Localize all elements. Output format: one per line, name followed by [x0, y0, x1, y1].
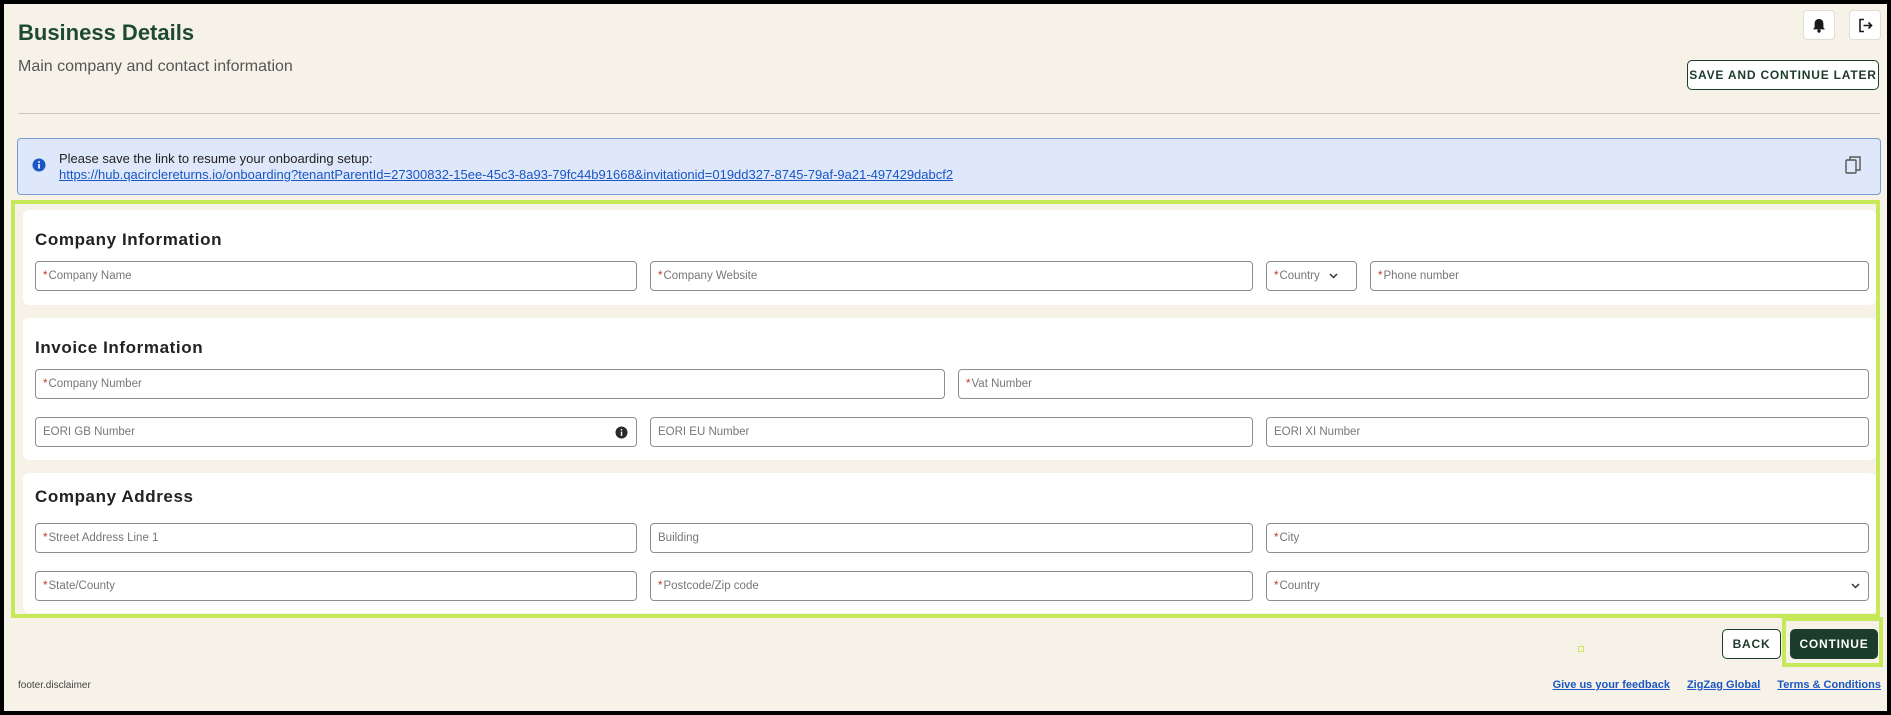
banner-message: Please save the link to resume your onbo…	[59, 151, 373, 166]
placeholder: City	[1279, 532, 1300, 544]
company-number-input[interactable]: * Company Number	[35, 369, 945, 399]
footer-links: Give us your feedback ZigZag Global Term…	[1553, 679, 1881, 691]
placeholder: Postcode/Zip code	[663, 580, 759, 592]
postcode-input[interactable]: * Postcode/Zip code	[650, 571, 1253, 601]
resume-link[interactable]: https://hub.qacirclereturns.io/onboardin…	[59, 167, 953, 182]
company-address-section: Company Address * Street Address Line 1 B…	[23, 473, 1876, 613]
placeholder: Country	[1279, 580, 1320, 592]
business-details-form: Company Information * Company Name * Compa…	[11, 200, 1880, 618]
required-mark: *	[43, 580, 48, 592]
placeholder: Company Website	[663, 270, 758, 282]
continue-button[interactable]: CONTINUE	[1790, 629, 1878, 659]
feedback-link[interactable]: Give us your feedback	[1553, 679, 1670, 691]
city-input[interactable]: * City	[1266, 523, 1869, 553]
placeholder: Street Address Line 1	[48, 532, 159, 544]
section-title-address: Company Address	[35, 487, 194, 506]
company-name-input[interactable]: * Company Name	[35, 261, 637, 291]
logout-icon	[1858, 18, 1873, 32]
phone-country-select[interactable]: * Country	[1266, 261, 1357, 291]
placeholder: Vat Number	[971, 378, 1032, 390]
company-information-section: Company Information * Company Name * Compa…	[23, 210, 1876, 305]
required-mark: *	[1274, 270, 1279, 282]
required-mark: *	[658, 580, 663, 592]
street-address-input[interactable]: * Street Address Line 1	[35, 523, 637, 553]
save-and-continue-later-button[interactable]: SAVE AND CONTINUE LATER	[1687, 60, 1879, 90]
eori-eu-input[interactable]: EORI EU Number	[650, 417, 1253, 447]
chevron-down-icon	[1851, 583, 1860, 589]
building-input[interactable]: Building	[650, 523, 1253, 553]
placeholder: EORI GB Number	[43, 426, 136, 438]
page-title: Business Details	[18, 20, 195, 45]
logout-button[interactable]	[1849, 10, 1881, 40]
required-mark: *	[43, 270, 48, 282]
section-title-company: Company Information	[35, 230, 223, 249]
placeholder: Phone number	[1383, 270, 1459, 282]
required-mark: *	[1274, 580, 1279, 592]
required-mark: *	[1274, 532, 1279, 544]
placeholder: EORI XI Number	[1274, 426, 1361, 438]
required-mark: *	[43, 378, 48, 390]
placeholder: Building	[658, 532, 699, 544]
zigzag-global-link[interactable]: ZigZag Global	[1687, 679, 1760, 691]
back-button[interactable]: BACK	[1722, 629, 1781, 659]
placeholder: EORI EU Number	[658, 426, 750, 438]
eori-gb-input[interactable]: EORI GB Number	[35, 417, 637, 447]
required-mark: *	[43, 532, 48, 544]
info-icon[interactable]	[615, 426, 628, 439]
header-divider	[18, 113, 1880, 114]
required-mark: *	[966, 378, 971, 390]
info-icon	[32, 158, 46, 172]
phone-number-input[interactable]: * Phone number	[1370, 261, 1869, 291]
resume-link-banner: Please save the link to resume your onbo…	[17, 138, 1881, 195]
address-country-select[interactable]: * Country	[1266, 571, 1869, 601]
app-frame: Business Details Main company and contac…	[4, 4, 1887, 711]
page-subtitle: Main company and contact information	[18, 58, 293, 75]
eori-xi-input[interactable]: EORI XI Number	[1266, 417, 1869, 447]
terms-link[interactable]: Terms & Conditions	[1777, 679, 1881, 691]
placeholder: State/County	[48, 580, 115, 592]
chevron-down-icon	[1329, 273, 1338, 279]
section-title-invoice: Invoice Information	[35, 338, 204, 357]
bell-icon	[1813, 18, 1825, 33]
company-website-input[interactable]: * Company Website	[650, 261, 1253, 291]
cursor-marker	[1578, 646, 1584, 652]
placeholder: Company Name	[48, 270, 132, 282]
invoice-information-section: Invoice Information * Company Number * Vat…	[23, 318, 1876, 460]
required-mark: *	[658, 270, 663, 282]
copy-icon[interactable]	[1845, 156, 1862, 175]
vat-number-input[interactable]: * Vat Number	[958, 369, 1869, 399]
placeholder: Country	[1279, 270, 1320, 282]
notifications-button[interactable]	[1803, 10, 1835, 40]
required-mark: *	[1378, 270, 1383, 282]
state-county-input[interactable]: * State/County	[35, 571, 637, 601]
footer-disclaimer: footer.disclaimer	[18, 680, 91, 691]
placeholder: Company Number	[48, 378, 142, 390]
